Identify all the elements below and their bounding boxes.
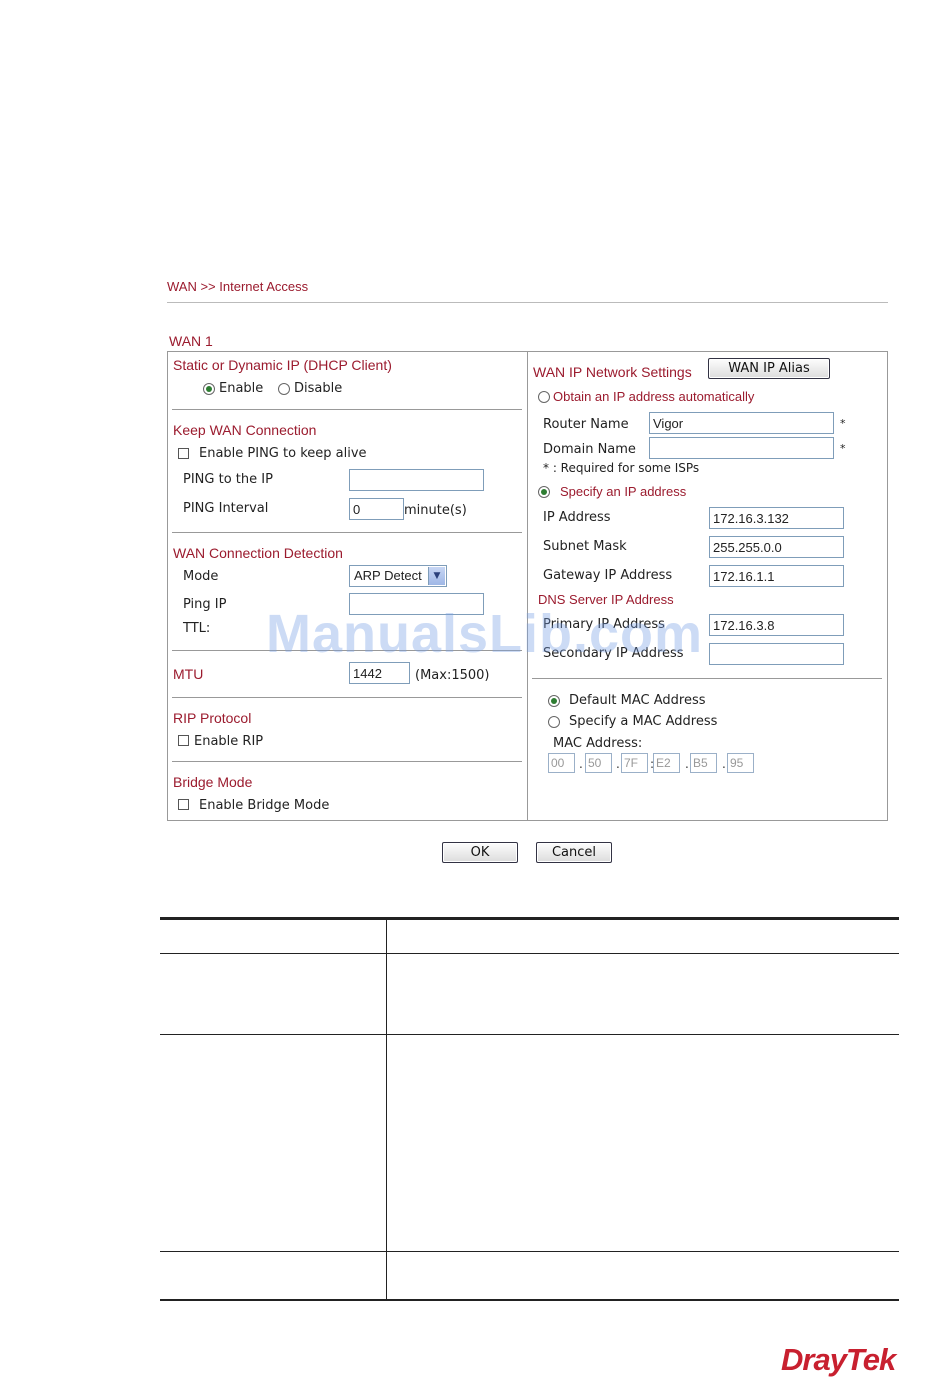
mac-octet-6-input[interactable]: 95 [727,753,754,773]
required-note: * : Required for some ISPs [543,461,700,475]
default-mac-label: Default MAC Address [569,693,706,708]
mode-label: Mode [183,569,219,584]
specify-ip-label: Specify an IP address [560,484,687,499]
table-row-divider [160,1034,899,1035]
mtu-max-text: (Max:1500) [415,668,490,683]
mac-separator: . [579,757,583,771]
domain-name-required-marker: * [840,442,846,455]
mode-select[interactable]: ARP Detect ▼ [349,565,447,587]
mac-address-label: MAC Address: [553,736,643,751]
enable-rip-checkbox[interactable] [178,735,189,746]
disable-dhcp-radio[interactable] [278,383,290,395]
enable-ping-checkbox[interactable] [178,448,189,459]
mac-separator: . [685,757,689,771]
specify-mac-radio[interactable] [548,716,560,728]
draytek-logo: DrayTek [781,1342,896,1377]
enable-rip-label: Enable RIP [194,734,264,749]
table-row-divider [160,953,899,954]
ok-button[interactable]: OK [442,842,518,863]
ping-interval-unit: minute(s) [404,503,467,518]
mac-octet-3-input[interactable]: 7F [621,753,648,773]
primary-dns-input[interactable] [709,614,844,636]
mac-separator: . [722,757,726,771]
ping-interval-input[interactable] [349,498,404,520]
mtu-input[interactable] [349,662,410,684]
ping-interval-label: PING Interval [183,501,269,516]
rip-heading: RIP Protocol [173,710,252,726]
wan-ip-settings-heading: WAN IP Network Settings [533,364,692,380]
ip-address-label: IP Address [543,510,611,525]
table-column-divider [386,918,387,1300]
mac-separator: . [616,757,620,771]
bridge-heading: Bridge Mode [173,774,253,790]
watermark: ManualsLib.com [266,604,704,664]
mac-octet-2-input[interactable]: 50 [585,753,612,773]
ping-ip-label: Ping IP [183,597,227,612]
specify-ip-radio[interactable] [538,486,550,498]
ip-address-input[interactable] [709,507,844,529]
domain-name-input[interactable] [649,437,834,459]
section-divider [172,532,522,533]
enable-dhcp-radio[interactable] [203,383,215,395]
ttl-label: TTL: [183,621,211,636]
breadcrumb: WAN >> Internet Access [167,279,309,294]
wan-ip-alias-button[interactable]: WAN IP Alias [708,358,830,379]
cancel-button[interactable]: Cancel [536,842,612,863]
table-row-divider [160,1251,899,1252]
mode-select-value: ARP Detect [354,568,422,583]
ping-to-ip-input[interactable] [349,469,484,491]
breadcrumb-divider [167,302,888,303]
specify-mac-label: Specify a MAC Address [569,714,718,729]
keep-wan-heading: Keep WAN Connection [173,422,317,438]
router-name-label: Router Name [543,417,629,432]
section-divider [172,761,522,762]
mac-octet-1-input[interactable]: 00 [548,753,575,773]
gateway-input[interactable] [709,565,844,587]
disable-dhcp-label: Disable [294,381,343,396]
static-dynamic-heading: Static or Dynamic IP (DHCP Client) [173,357,392,373]
router-name-required-marker: * [840,417,846,430]
ping-to-ip-label: PING to the IP [183,472,273,487]
table-bottom-rule [160,1299,899,1301]
mac-octet-5-input[interactable]: B5 [690,753,717,773]
secondary-dns-input[interactable] [709,643,844,665]
enable-dhcp-label: Enable [219,381,264,396]
enable-bridge-label: Enable Bridge Mode [199,798,330,813]
chevron-down-icon[interactable]: ▼ [428,567,445,585]
wan-detection-heading: WAN Connection Detection [173,545,343,561]
enable-ping-label: Enable PING to keep alive [199,446,367,461]
panel-divider [527,352,528,820]
enable-bridge-checkbox[interactable] [178,799,189,810]
router-name-input[interactable] [649,412,834,434]
obtain-ip-radio[interactable] [538,391,550,403]
table-top-rule [160,917,899,920]
wan-title: WAN 1 [169,333,213,349]
subnet-mask-label: Subnet Mask [543,539,627,554]
section-divider [532,678,882,679]
subnet-mask-input[interactable] [709,536,844,558]
gateway-label: Gateway IP Address [543,568,673,583]
section-divider [172,697,522,698]
obtain-ip-label: Obtain an IP address automatically [553,389,755,404]
default-mac-radio[interactable] [548,695,560,707]
section-divider [172,409,522,410]
mac-octet-4-input[interactable]: E2 [653,753,680,773]
mtu-label: MTU [173,666,204,682]
domain-name-label: Domain Name [543,442,636,457]
